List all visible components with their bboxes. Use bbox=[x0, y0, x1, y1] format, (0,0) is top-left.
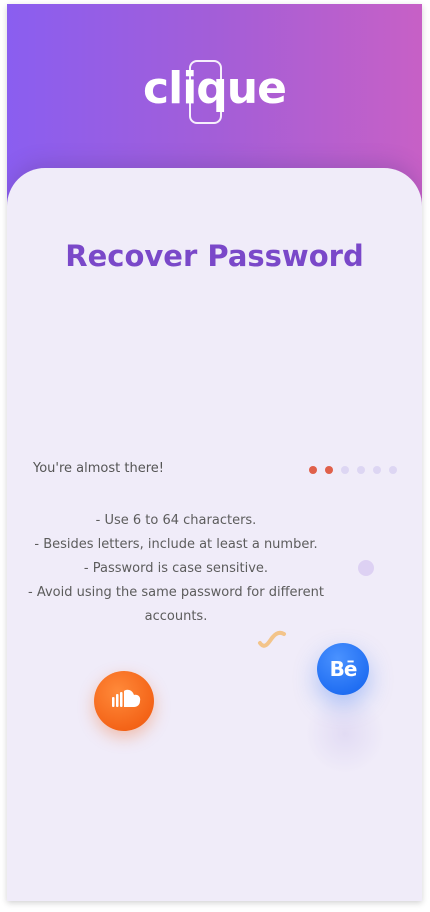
app-logo: clique bbox=[143, 63, 287, 114]
step-dot-3 bbox=[341, 466, 349, 474]
behance-shadow bbox=[305, 694, 385, 774]
page-title: Recover Password bbox=[65, 239, 364, 273]
progress-text: You're almost there! bbox=[33, 461, 164, 476]
behance-icon: Bē bbox=[317, 643, 369, 695]
step-dot-4 bbox=[357, 466, 365, 474]
rule-item: - Besides letters, include at least a nu… bbox=[34, 537, 318, 552]
password-rules: - Use 6 to 64 characters. - Besides lett… bbox=[17, 509, 335, 629]
step-dot-2 bbox=[325, 466, 333, 474]
decorative-circle bbox=[358, 560, 374, 576]
step-indicator bbox=[309, 466, 397, 474]
decorative-squiggle bbox=[258, 630, 286, 648]
step-dot-6 bbox=[389, 466, 397, 474]
step-dot-5 bbox=[373, 466, 381, 474]
soundcloud-icon bbox=[94, 671, 154, 731]
step-dot-1 bbox=[309, 466, 317, 474]
rule-item: - Password is case sensitive. bbox=[83, 561, 269, 576]
rule-item: - Avoid using the same password for diff… bbox=[28, 585, 324, 624]
rule-item: - Use 6 to 64 characters. bbox=[95, 513, 257, 528]
phone-screen: clique Recover Password You're almost th… bbox=[7, 4, 422, 901]
